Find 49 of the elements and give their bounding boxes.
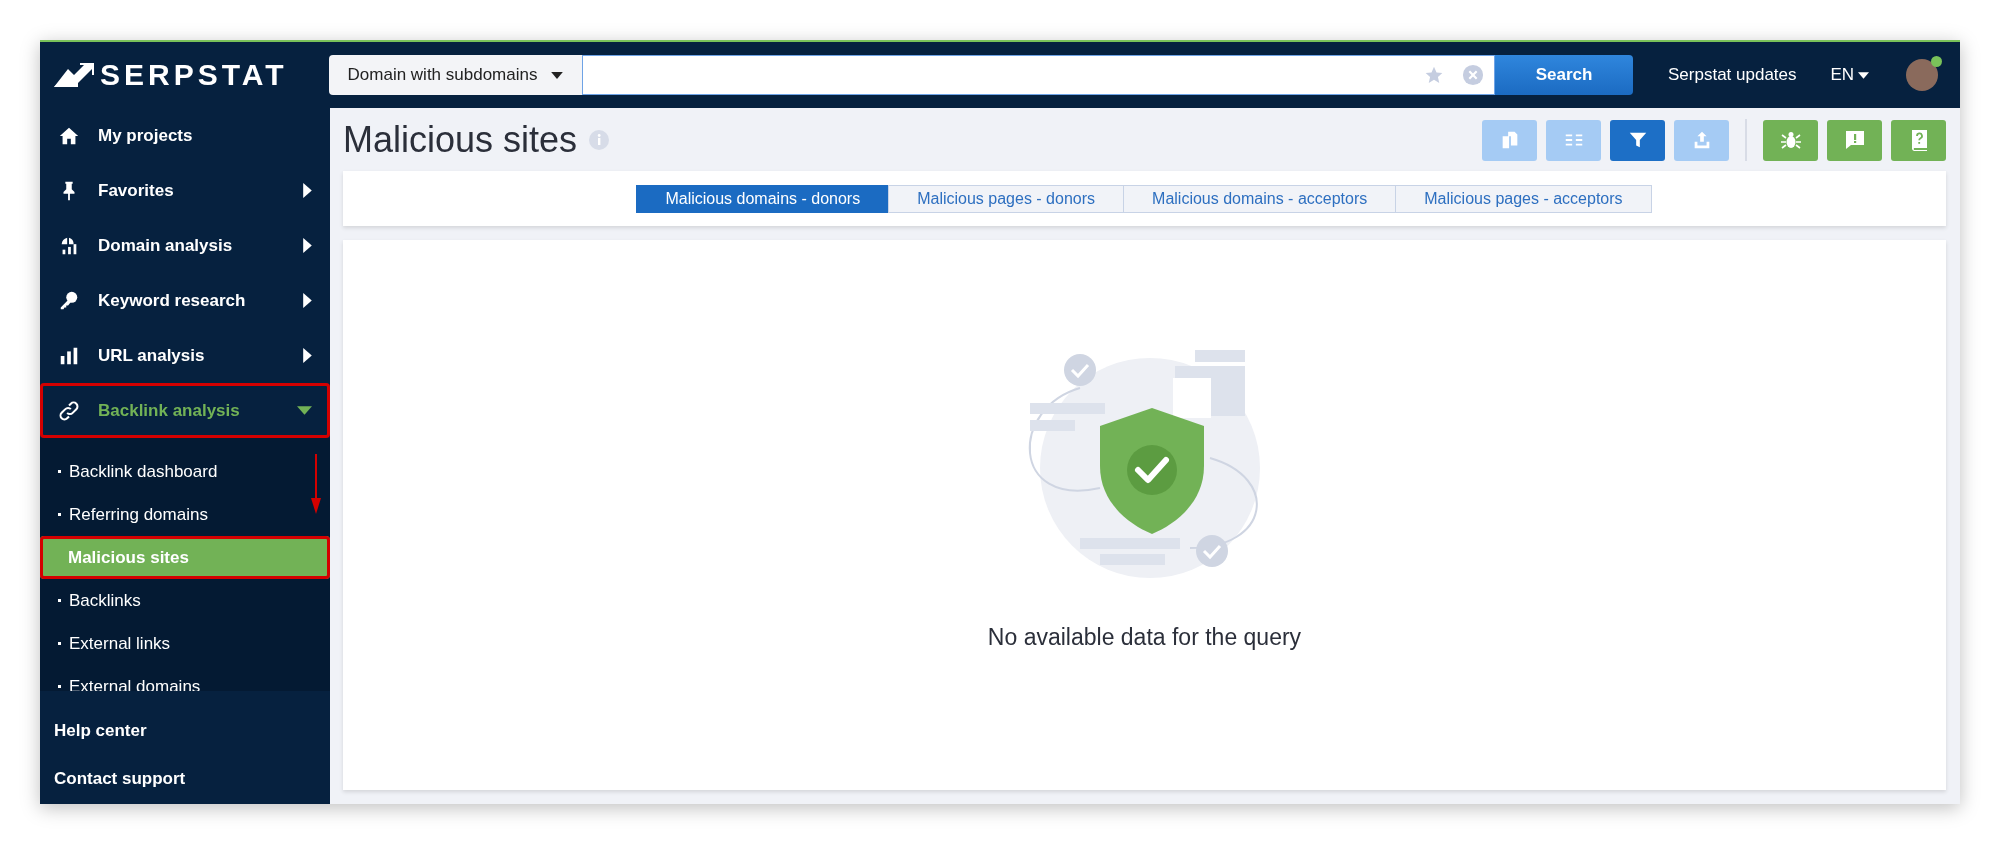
sidebar-item[interactable]: My projects: [40, 108, 330, 163]
tab[interactable]: Malicious pages - acceptors: [1395, 184, 1652, 213]
sidebar-item[interactable]: URL analysis: [40, 328, 330, 383]
toolbar-button[interactable]: [1763, 119, 1818, 161]
caret-right-icon: [303, 183, 312, 198]
bullet-icon: [58, 685, 61, 688]
page-title: Malicious sites: [343, 119, 578, 161]
clear-icon[interactable]: [1462, 64, 1484, 86]
avatar[interactable]: [1906, 59, 1939, 91]
caret-right-icon: [303, 238, 312, 253]
submenu-item[interactable]: Backlink dashboard: [40, 450, 330, 493]
search-scope-dropdown[interactable]: Domain with subdomains: [329, 55, 582, 95]
bullet-icon: [58, 470, 61, 473]
bullet-icon: [58, 642, 61, 645]
search-field[interactable]: [582, 55, 1495, 95]
submenu-item[interactable]: Backlinks: [40, 579, 330, 622]
link-icon: [58, 399, 80, 422]
logo-text: SERPSTAT: [100, 58, 288, 92]
toolbar-button[interactable]: [1827, 119, 1882, 161]
footer-link[interactable]: Contact support: [54, 769, 330, 789]
caret-down-icon: [297, 406, 312, 415]
bullet-icon: [58, 513, 61, 516]
updates-link[interactable]: Serpstat updates: [1668, 65, 1797, 85]
sidebar-item[interactable]: Backlink analysis: [40, 383, 330, 438]
annotation-arrow: [310, 454, 322, 514]
caret-right-icon: [303, 348, 312, 363]
sidebar-item[interactable]: Keyword research: [40, 273, 330, 328]
logo-icon: [54, 63, 94, 87]
submenu-item[interactable]: External domains: [40, 665, 330, 691]
bullet-icon: [58, 599, 61, 602]
submenu-item[interactable]: Referring domains: [40, 493, 330, 536]
footer-link[interactable]: Help center: [54, 721, 330, 741]
empty-state-message: No available data for the query: [987, 624, 1302, 651]
caret-icon: [551, 71, 564, 79]
toolbar-button[interactable]: [1610, 119, 1665, 161]
sidebar-item[interactable]: Domain analysis: [40, 218, 330, 273]
sidebar-item[interactable]: Favorites: [40, 163, 330, 218]
key-icon: [58, 289, 80, 312]
toolbar-button[interactable]: [1891, 119, 1946, 161]
info-icon[interactable]: [589, 130, 610, 150]
submenu-item[interactable]: External links: [40, 622, 330, 665]
language-selector[interactable]: EN: [1830, 65, 1870, 85]
caret-right-icon: [303, 293, 312, 308]
search-button[interactable]: Search: [1495, 55, 1633, 95]
caret-icon: [1858, 71, 1870, 79]
tab[interactable]: Malicious domains - donors: [636, 184, 890, 213]
tab[interactable]: Malicious pages - donors: [888, 184, 1125, 213]
tab[interactable]: Malicious domains - acceptors: [1123, 184, 1397, 213]
star-icon[interactable]: [1424, 65, 1444, 85]
